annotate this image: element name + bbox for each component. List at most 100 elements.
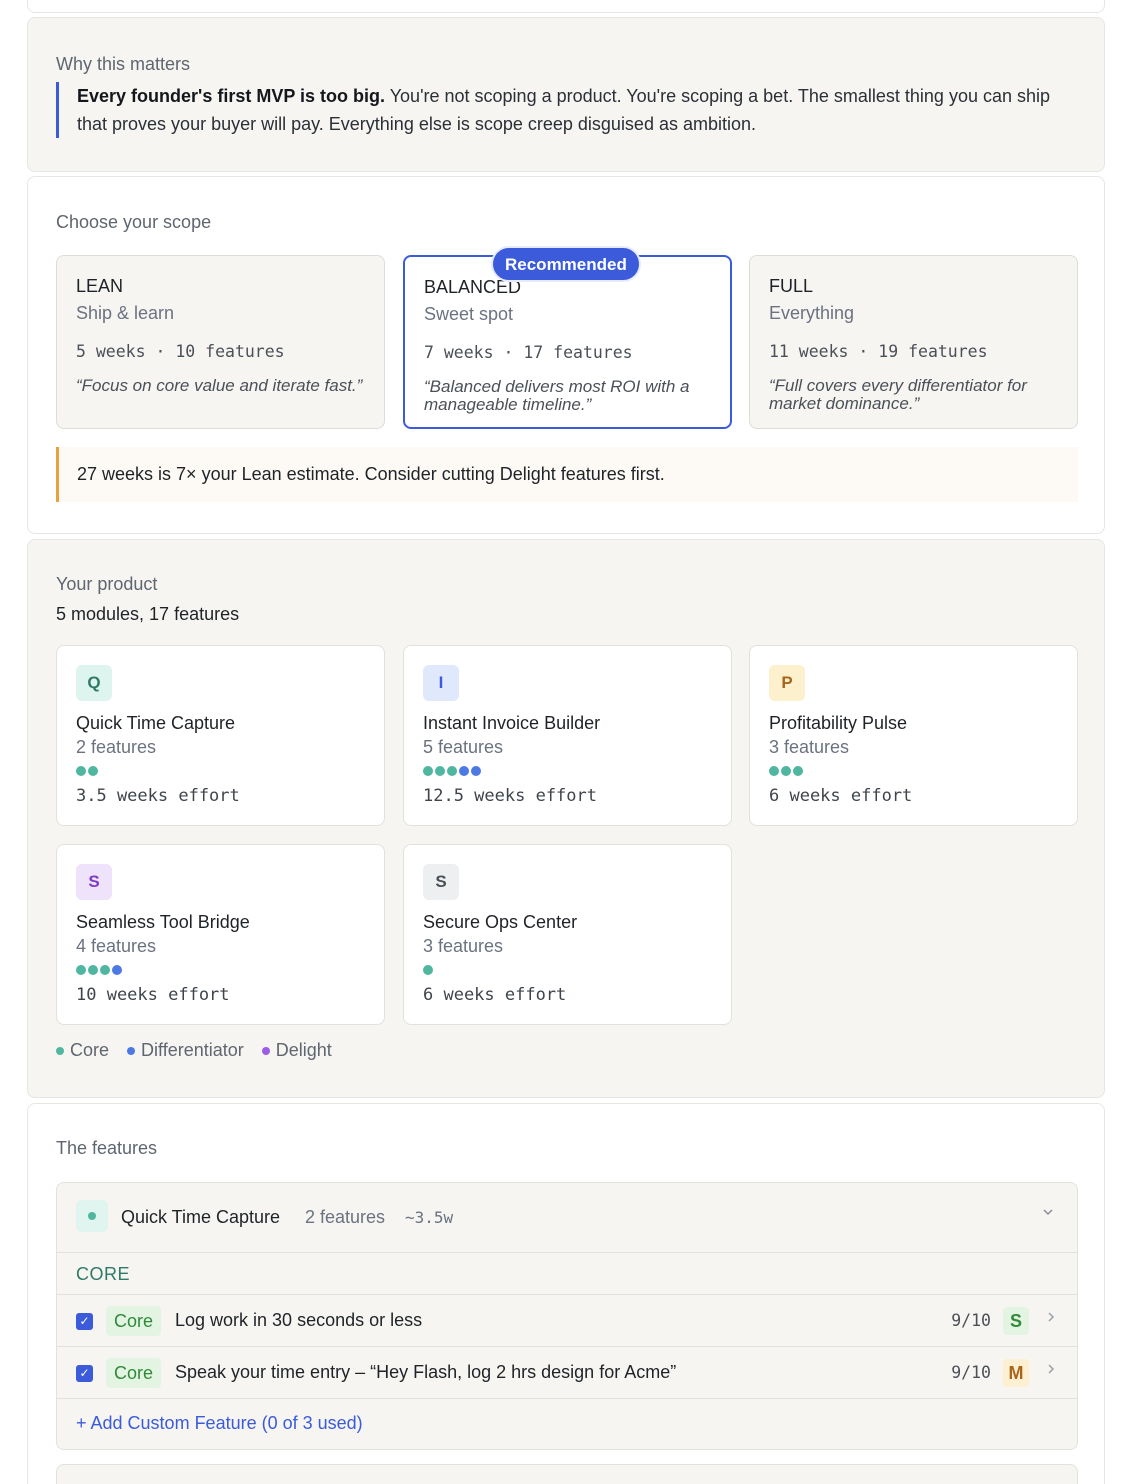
differentiator-dot [459, 766, 469, 776]
module-letter-icon: Q [76, 665, 112, 701]
module-effort: 10 weeks effort [76, 985, 230, 1005]
core-dot [76, 965, 86, 975]
module-count: 2 features [76, 737, 157, 757]
legend-differentiator: Differentiator [127, 1040, 244, 1061]
group-effort: ~3.5w [405, 1208, 454, 1227]
core-dot [88, 766, 98, 776]
core-tag: Core [106, 1358, 162, 1388]
module-card[interactable]: P Profitability Pulse 3 features 6 weeks… [749, 645, 1078, 826]
scope-quote: “Balanced delivers most ROI with a manag… [424, 377, 690, 414]
feature-score: 9/10 [951, 1311, 991, 1330]
module-effort: 6 weeks effort [769, 786, 913, 806]
core-dot [76, 766, 86, 776]
core-dot [447, 766, 457, 776]
chevron-right-icon[interactable] [1045, 1362, 1057, 1381]
legend-label: Differentiator [141, 1040, 244, 1060]
module-name: Profitability Pulse [769, 713, 908, 733]
module-letter-icon: S [76, 864, 112, 900]
scope-option-full[interactable]: FULL Everything 11 weeks · 19 features “… [749, 255, 1078, 429]
category-header: CORE [57, 1253, 1077, 1295]
module-count: 4 features [76, 936, 157, 956]
scope-option-balanced[interactable]: Recommended BALANCED Sweet spot 7 weeks … [403, 246, 732, 429]
scope-sub: Sweet spot [424, 304, 514, 324]
scope-quote: “Full covers every differentiator for ma… [769, 376, 1027, 413]
checkbox[interactable]: ✓ [76, 1365, 93, 1382]
features-panel: The features Quick Time Capture 2 featur… [27, 1103, 1105, 1484]
module-name: Seamless Tool Bridge [76, 912, 250, 932]
why-label: Why this matters [56, 54, 191, 74]
scope-warning: 27 weeks is 7× your Lean estimate. Consi… [56, 447, 1078, 502]
scope-label: Choose your scope [56, 212, 212, 232]
previous-panel [27, 0, 1105, 13]
core-dot [88, 965, 98, 975]
feature-score: 9/10 [951, 1363, 991, 1382]
legend-label: Core [70, 1040, 110, 1060]
feature-row[interactable]: ✓ Core Log work in 30 seconds or less 9/… [57, 1295, 1077, 1347]
module-dots [76, 766, 365, 776]
core-dot [56, 1046, 64, 1055]
recommended-badge: Recommended [491, 246, 641, 282]
scope-meta: 7 weeks · 17 features [424, 343, 633, 362]
module-name: Instant Invoice Builder [423, 713, 601, 733]
module-card[interactable]: Q Quick Time Capture 2 features 3.5 week… [56, 645, 385, 826]
features-label: The features [56, 1138, 158, 1158]
scope-quote: “Focus on core value and iterate fast.” [76, 376, 363, 395]
scope-panel: Choose your scope LEAN Ship & learn 5 we… [27, 176, 1105, 534]
feature-text: Log work in 30 seconds or less [175, 1310, 423, 1330]
checkbox[interactable]: ✓ [76, 1313, 93, 1330]
module-effort: 3.5 weeks effort [76, 786, 240, 806]
module-effort: 12.5 weeks effort [423, 786, 597, 806]
module-count: 5 features [423, 737, 504, 757]
module-effort: 6 weeks effort [423, 985, 567, 1005]
chevron-down-icon[interactable] [1041, 1205, 1055, 1224]
product-label: Your product [56, 574, 158, 594]
core-tag: Core [106, 1306, 162, 1336]
module-dots [76, 965, 365, 975]
why-panel: Why this matters Every founder's first M… [27, 17, 1105, 172]
scope-meta: 5 weeks · 10 features [76, 342, 285, 361]
module-count: 3 features [769, 737, 850, 757]
scope-sub: Ship & learn [76, 303, 175, 323]
module-name: Secure Ops Center [423, 912, 578, 932]
add-custom-feature-button[interactable]: + Add Custom Feature (0 of 3 used) [57, 1399, 1077, 1449]
delight-dot [261, 1046, 270, 1055]
chevron-right-icon[interactable] [1045, 1310, 1057, 1329]
module-dots [423, 766, 712, 776]
module-card[interactable]: S Secure Ops Center 3 features 6 weeks e… [403, 844, 732, 1025]
module-dots [423, 965, 712, 975]
scope-name: LEAN [76, 276, 124, 296]
core-dot [793, 766, 803, 776]
module-card[interactable]: I Instant Invoice Builder 5 features 12.… [403, 645, 732, 826]
legend-core: Core [56, 1040, 109, 1061]
module-card[interactable]: S Seamless Tool Bridge 4 features 10 wee… [56, 844, 385, 1025]
feature-text: Speak your time entry – “Hey Flash, log … [175, 1362, 677, 1382]
core-dot [435, 766, 445, 776]
scope-option-lean[interactable]: LEAN Ship & learn 5 weeks · 10 features … [56, 255, 385, 429]
module-count: 3 features [423, 936, 504, 956]
core-dot [423, 766, 433, 776]
group-name: Quick Time Capture [121, 1207, 281, 1227]
module-dots [769, 766, 1058, 776]
why-lead: Every founder's first MVP is too big. [77, 86, 386, 106]
feature-group-header[interactable]: Quick Time Capture 2 features ~3.5w [57, 1183, 1077, 1253]
size-badge: S [1003, 1307, 1029, 1335]
scope-meta: 11 weeks · 19 features [769, 342, 988, 361]
feature-row[interactable]: ✓ Core Speak your time entry – “Hey Flas… [57, 1347, 1077, 1399]
size-badge: M [1003, 1359, 1029, 1387]
module-letter-icon: I [423, 665, 459, 701]
legend-delight: Delight [261, 1040, 332, 1061]
core-dot [769, 766, 779, 776]
differentiator-dot [112, 965, 122, 975]
product-summary: 5 modules, 17 features [56, 604, 240, 624]
scope-sub: Everything [769, 303, 855, 323]
core-dot [100, 965, 110, 975]
product-panel: Your product 5 modules, 17 features Q Qu… [27, 539, 1105, 1098]
core-dot-icon [76, 1200, 108, 1232]
why-quote: Every founder's first MVP is too big. Yo… [56, 82, 1076, 138]
module-name: Quick Time Capture [76, 713, 236, 733]
differentiator-dot [471, 766, 481, 776]
core-dot [423, 965, 433, 975]
module-letter-icon: P [769, 665, 805, 701]
feature-group-next[interactable] [56, 1464, 1078, 1484]
module-letter-icon: S [423, 864, 459, 900]
